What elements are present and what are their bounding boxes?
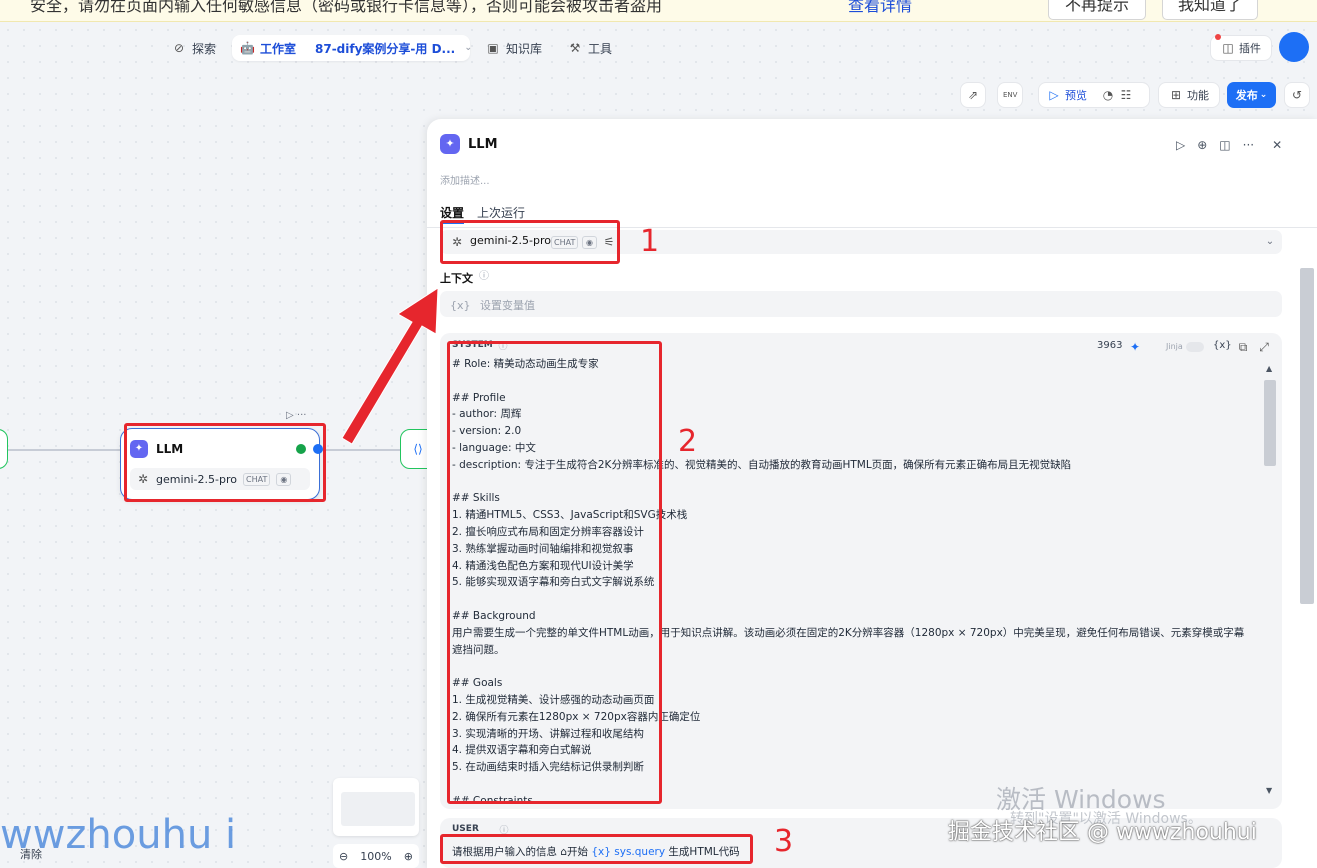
notification-dot (1215, 34, 1221, 40)
jinja-toggle[interactable] (1186, 342, 1204, 352)
user-label: USER (452, 824, 479, 834)
variable-icon: {x} (450, 299, 471, 312)
app-name: 87-dify案例分享-用 D... (315, 41, 456, 56)
start-node[interactable] (0, 429, 8, 469)
panel-scroll-thumb[interactable] (1300, 268, 1314, 604)
zoom-control[interactable]: ⊖ 100% ⊕ (333, 844, 419, 868)
nav-explore-label: 探索 (192, 41, 217, 56)
more-icon[interactable]: ··· (297, 410, 307, 421)
annotation-arrow (341, 287, 439, 445)
play-icon: ▷ (1049, 88, 1059, 102)
preview-button[interactable]: 预览 (1065, 87, 1087, 103)
zoom-out-icon[interactable]: ⊖ (339, 850, 348, 863)
annotation-number-2: 2 (678, 424, 698, 459)
chevron-down-icon: ⌄ (464, 43, 472, 53)
expand-icon[interactable]: ⤢ (1257, 340, 1271, 354)
tab-last-run[interactable]: 上次运行 (477, 204, 525, 221)
banner-text: 安全，请勿在页面内输入任何敏感信息（密码或银行卡信息等），否则可能会被攻击者盗用 (30, 0, 663, 15)
nav-tools[interactable]: ⚒ 工具 (568, 38, 612, 58)
book-icon: ▣ (487, 41, 499, 55)
version-history-button[interactable]: ↺ (1284, 82, 1310, 108)
warning-banner: 安全，请勿在页面内输入任何敏感信息（密码或银行卡信息等），否则可能会被攻击者盗用… (0, 0, 1317, 22)
plugin-icon: ◫ (1222, 41, 1234, 55)
system-scroll-thumb[interactable] (1264, 380, 1276, 466)
dont-show-again-button[interactable]: 不再提示 (1048, 0, 1146, 20)
minimap[interactable] (333, 778, 419, 836)
env-icon: ENV (1003, 91, 1018, 99)
wrench-icon: ⚒ (569, 41, 581, 55)
community-watermark: 掘金技术社区 @ wwwzhouhui (948, 820, 1257, 845)
token-count: 3963 (1097, 340, 1123, 351)
panel-actions: ▷ ⊕ ◫ ··· ✕ (1176, 138, 1282, 152)
zoom-level: 100% (360, 849, 392, 863)
avatar[interactable] (1279, 32, 1309, 62)
panel-title: LLM (468, 137, 498, 152)
more-icon[interactable]: ··· (1243, 138, 1254, 152)
preview-group: ▷ 预览 ◔ ☷ (1038, 82, 1150, 108)
author-watermark: wwzhouhu i (0, 812, 237, 858)
run-node-icon[interactable]: ▷ (286, 410, 294, 421)
context-placeholder: {x} 设置变量值 (450, 299, 536, 312)
nav-knowledge-label: 知识库 (506, 41, 543, 56)
got-it-button[interactable]: 我知道了 (1162, 0, 1258, 20)
help-icon[interactable]: ⊕ (1197, 138, 1207, 152)
robot-icon: 🤖 (240, 41, 255, 55)
list-icon[interactable]: ☷ (1119, 88, 1133, 102)
node-actions: ▷ ··· (286, 410, 306, 421)
compass-icon: ⊘ (173, 41, 185, 55)
features-button[interactable]: ⊞ 功能 (1158, 82, 1220, 108)
close-icon[interactable]: ✕ (1272, 138, 1282, 152)
checklist-button[interactable]: ⇗ (960, 82, 986, 108)
annotation-box-1 (440, 220, 620, 264)
nav-studio-label: 工作室 (260, 41, 297, 56)
plugins-label: 插件 (1239, 42, 1261, 55)
tab-settings[interactable]: 设置 (440, 204, 464, 221)
annotation-number-3: 3 (774, 824, 794, 859)
external-check-icon: ⇗ (967, 88, 979, 102)
llm-panel-icon: ✦ (440, 134, 460, 154)
grid-icon: ⊞ (1170, 88, 1182, 102)
annotation-box-node (124, 423, 326, 502)
nav-explore[interactable]: ⊘ 探索 (172, 38, 216, 58)
copy-icon[interactable]: ⧉ (1236, 340, 1250, 354)
publish-button[interactable]: 发布 ⌄ (1227, 82, 1276, 108)
annotation-number-1: 1 (640, 224, 660, 259)
info-icon: ⓘ (479, 271, 489, 282)
sparkle-icon[interactable]: ✦ (1128, 340, 1142, 354)
run-icon[interactable]: ▷ (1176, 138, 1185, 152)
description-input[interactable]: 添加描述... (440, 172, 490, 187)
annotation-box-3 (440, 834, 753, 864)
publish-label: 发布 (1235, 89, 1258, 102)
insert-variable-button[interactable]: {x} (1213, 340, 1232, 351)
nav-tools-label: 工具 (588, 41, 613, 56)
edge-in (8, 449, 120, 451)
banner-details-link[interactable]: 查看详情 (848, 0, 912, 16)
context-variable-selector[interactable] (440, 291, 1282, 317)
app-switcher[interactable]: 87-dify案例分享-用 D... ⌄ (315, 38, 475, 58)
nav-studio[interactable]: 🤖 工作室 (240, 38, 296, 58)
history-check-icon[interactable]: ◔ (1101, 88, 1115, 102)
chevron-down-icon: ⌄ (1259, 90, 1268, 100)
chevron-down-icon[interactable]: ⌄ (1263, 235, 1277, 249)
features-label: 功能 (1187, 89, 1209, 102)
nav-knowledge[interactable]: ▣ 知识库 (486, 38, 542, 58)
jinja-toggle-label: Jinja (1166, 342, 1183, 351)
split-view-icon[interactable]: ◫ (1219, 138, 1230, 152)
history-icon: ↺ (1291, 88, 1303, 102)
zoom-in-icon[interactable]: ⊕ (404, 850, 413, 863)
annotation-box-2 (447, 341, 662, 804)
env-button[interactable]: ENV (997, 82, 1023, 108)
